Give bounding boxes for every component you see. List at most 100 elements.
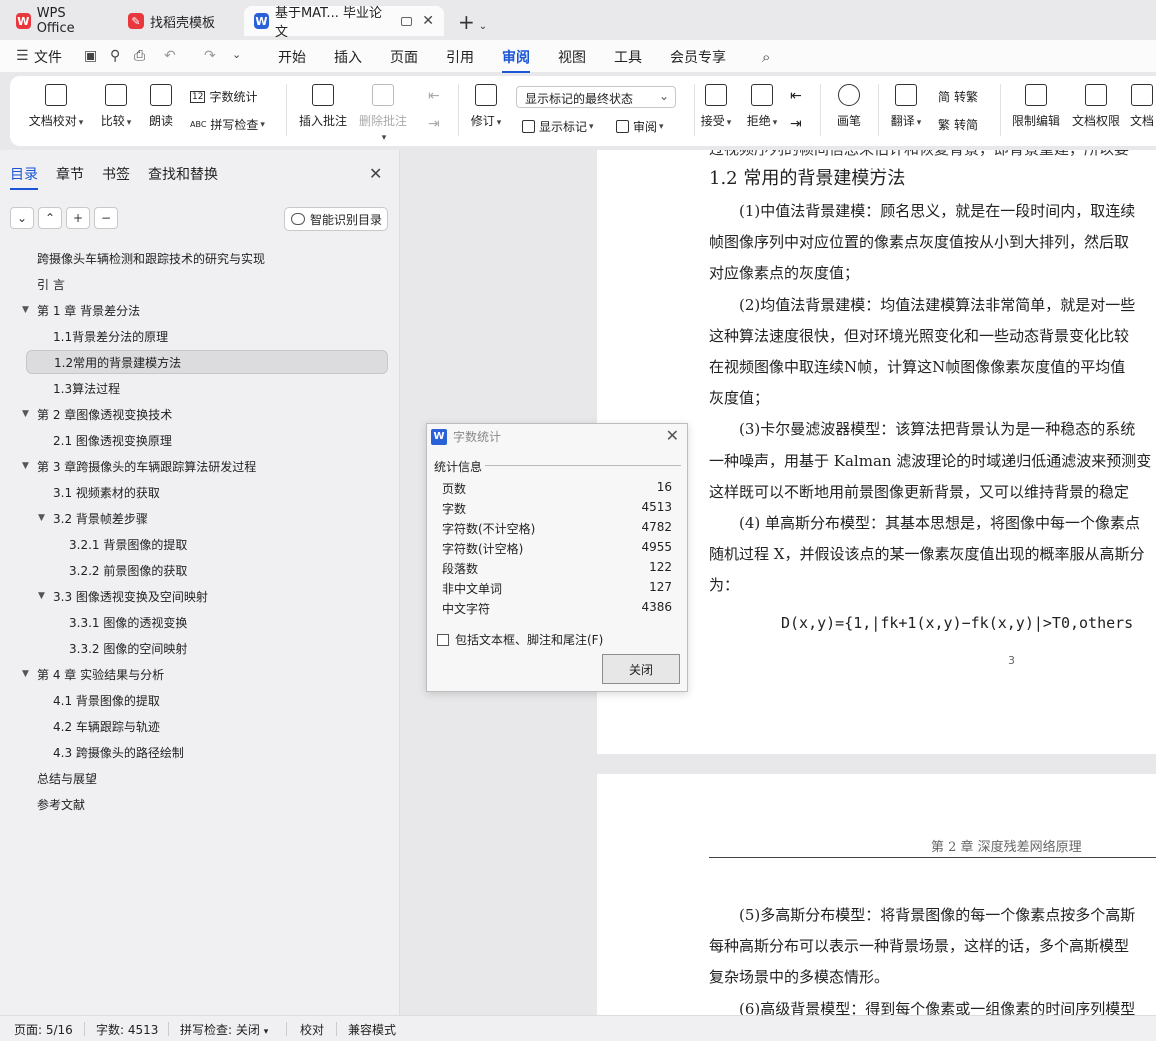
- toc-item[interactable]: ▼ 第 3 章跨摄像头的车辆跟踪算法研发过程: [0, 454, 390, 478]
- word-count-indicator[interactable]: 字数: 4513: [96, 1021, 158, 1038]
- smart-toc-button[interactable]: 智能识别目录: [284, 207, 388, 231]
- toc-item[interactable]: 参考文献: [0, 792, 390, 816]
- tab-thesis-document[interactable]: W 基于MAT... 毕业论文 ✕: [244, 6, 444, 40]
- delete-comment-button[interactable]: 删除批注▾: [356, 84, 410, 143]
- share-icon[interactable]: ⚲: [110, 48, 120, 64]
- menu-reference[interactable]: 引用: [446, 47, 474, 67]
- menu-view[interactable]: 视图: [558, 47, 586, 67]
- tab-wps-office[interactable]: W WPS Office: [6, 6, 112, 36]
- hamburger-menu-icon[interactable]: ☰: [16, 48, 29, 64]
- spell-check-indicator[interactable]: 拼写检查: 关闭 ▾: [180, 1021, 268, 1038]
- print-preview-icon[interactable]: ⎙: [134, 48, 145, 64]
- toc-item[interactable]: ▼ 3.3 图像透视变换及空间映射: [0, 584, 390, 608]
- show-markup-button[interactable]: 显示标记 ▾: [522, 118, 594, 135]
- toc-item[interactable]: 3.3.1 图像的透视变换: [0, 610, 390, 634]
- doc-check-label: 文档校对: [28, 114, 77, 128]
- next-revision-icon[interactable]: ⇥: [790, 116, 802, 132]
- close-icon[interactable]: ✕: [666, 426, 679, 445]
- toc-item[interactable]: 跨摄像头车辆检测和跟踪技术的研究与实现: [0, 246, 390, 270]
- toc-item[interactable]: 3.3.2 图像的空间映射: [0, 636, 390, 660]
- menu-file[interactable]: 文件: [34, 47, 62, 67]
- stat-value: 4386: [641, 600, 672, 614]
- remove-heading-button[interactable]: −: [94, 207, 118, 229]
- doc-permission-button[interactable]: 文档权限: [1070, 84, 1122, 129]
- page-indicator[interactable]: 页面: 5/16: [14, 1021, 73, 1038]
- tab-docer-templates[interactable]: ✎ 找稻壳模板: [118, 6, 238, 36]
- collapse-down-button[interactable]: ⌄: [10, 207, 34, 229]
- menu-review[interactable]: 审阅: [502, 47, 530, 73]
- close-panel-icon[interactable]: ✕: [369, 164, 382, 183]
- menu-page[interactable]: 页面: [390, 47, 418, 67]
- menu-start[interactable]: 开始: [278, 47, 306, 67]
- restrict-edit-button[interactable]: 限制编辑: [1010, 84, 1062, 129]
- add-heading-button[interactable]: +: [66, 207, 90, 229]
- toc-item[interactable]: 1.3算法过程: [0, 376, 390, 400]
- toc-item[interactable]: ▼ 3.2 背景帧差步骤: [0, 506, 390, 530]
- to-traditional-button[interactable]: 简 转繁: [938, 88, 978, 105]
- doc-more-button[interactable]: 文档: [1128, 84, 1156, 129]
- expand-arrow-icon[interactable]: ▼: [22, 461, 29, 471]
- toc-item[interactable]: 3.1 视频素材的获取: [0, 480, 390, 504]
- review-pane-icon: [616, 120, 629, 133]
- toc-item[interactable]: 2.1 图像透视变换原理: [0, 428, 390, 452]
- markup-state-select[interactable]: 显示标记的最终状态 ⌄: [516, 86, 676, 108]
- revise-button[interactable]: 修订 ▾: [466, 84, 506, 129]
- word-count-button[interactable]: 12 字数统计: [190, 88, 257, 105]
- include-textbox-checkbox[interactable]: 包括文本框、脚注和尾注(F): [437, 631, 603, 648]
- pen-button[interactable]: 画笔: [834, 84, 864, 129]
- previous-revision-icon[interactable]: ⇤: [790, 88, 802, 104]
- review-pane-button[interactable]: 审阅 ▾: [616, 118, 664, 135]
- toc-item[interactable]: ▼ 第 2 章图像透视变换技术: [0, 402, 390, 426]
- expand-arrow-icon[interactable]: ▼: [22, 305, 29, 315]
- expand-arrow-icon[interactable]: ▼: [22, 669, 29, 679]
- toc-item[interactable]: 3.2.1 背景图像的提取: [0, 532, 390, 556]
- read-aloud-button[interactable]: 朗读: [146, 84, 176, 129]
- collapse-up-button[interactable]: ⌃: [38, 207, 62, 229]
- toc-item[interactable]: 1.1背景差分法的原理: [0, 324, 390, 348]
- save-icon[interactable]: ▣: [84, 48, 97, 64]
- toc-item[interactable]: 4.1 背景图像的提取: [0, 688, 390, 712]
- checkbox-box[interactable]: [437, 633, 449, 646]
- tab-bookmarks[interactable]: 书签: [102, 164, 130, 184]
- expand-arrow-icon[interactable]: ▼: [22, 409, 29, 419]
- translate-button[interactable]: 翻译 ▾: [886, 84, 926, 129]
- quick-access-dropdown-icon[interactable]: ⌄: [232, 48, 241, 61]
- expand-arrow-icon[interactable]: ▼: [38, 513, 45, 523]
- close-tab-icon[interactable]: ✕: [422, 13, 434, 29]
- to-simplified-button[interactable]: 繁 转简: [938, 116, 978, 133]
- previous-comment-icon[interactable]: ⇤: [428, 88, 440, 104]
- chevron-down-icon[interactable]: ⌄: [479, 21, 487, 32]
- toc-item[interactable]: 3.2.2 前景图像的获取: [0, 558, 390, 582]
- tab-label: WPS Office: [36, 6, 75, 36]
- menu-tools[interactable]: 工具: [614, 47, 642, 67]
- reject-button[interactable]: 拒绝 ▾: [744, 84, 780, 129]
- doc-check-icon: [45, 84, 67, 106]
- menu-insert[interactable]: 插入: [334, 47, 362, 67]
- toc-item[interactable]: 4.2 车辆跟踪与轨迹: [0, 714, 390, 738]
- undo-icon[interactable]: ↶: [164, 48, 176, 64]
- toc-item[interactable]: 引 言: [0, 272, 390, 296]
- close-button[interactable]: 关闭: [602, 654, 680, 684]
- doc-check-button[interactable]: 文档校对 ▾: [26, 84, 86, 129]
- redo-icon[interactable]: ↷: [204, 48, 216, 64]
- new-tab-button[interactable]: + ⌄: [458, 10, 487, 34]
- toc-item[interactable]: 总结与展望: [0, 766, 390, 790]
- accept-button[interactable]: 接受 ▾: [698, 84, 734, 129]
- tab-find-replace[interactable]: 查找和替换: [148, 164, 218, 184]
- toc-item[interactable]: 1.2常用的背景建模方法: [26, 350, 388, 374]
- title-tab-bar: W WPS Office ✎ 找稻壳模板 W 基于MAT... 毕业论文 ✕ +…: [0, 0, 1156, 40]
- toc-item[interactable]: ▼ 第 4 章 实验结果与分析: [0, 662, 390, 686]
- tab-chapters[interactable]: 章节: [56, 164, 84, 184]
- search-icon[interactable]: ⌕: [762, 48, 770, 66]
- expand-arrow-icon[interactable]: ▼: [38, 591, 45, 601]
- toc-item[interactable]: ▼ 第 1 章 背景差分法: [0, 298, 390, 322]
- window-restore-icon[interactable]: [400, 16, 413, 26]
- proofread-indicator[interactable]: 校对: [300, 1021, 324, 1038]
- toc-item[interactable]: 4.3 跨摄像头的路径绘制: [0, 740, 390, 764]
- insert-comment-button[interactable]: 插入批注: [296, 84, 350, 129]
- tab-toc[interactable]: 目录: [10, 164, 38, 190]
- menu-vip[interactable]: 会员专享: [670, 47, 726, 67]
- compare-button[interactable]: 比较 ▾: [96, 84, 136, 129]
- next-comment-icon[interactable]: ⇥: [428, 116, 440, 132]
- spell-check-button[interactable]: ABC 拼写检查 ▾: [190, 116, 265, 133]
